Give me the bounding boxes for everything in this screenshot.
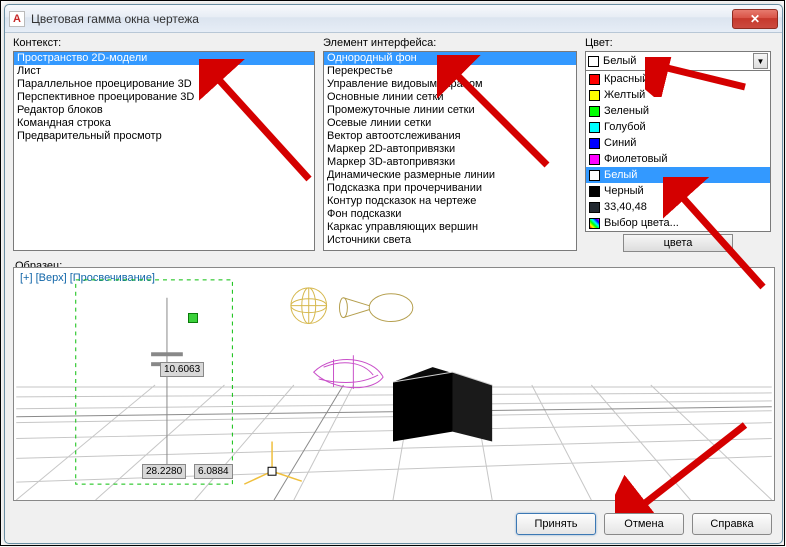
elements-label: Элемент интерфейса:: [323, 37, 577, 49]
element-item[interactable]: Управление видовым экраном: [324, 78, 576, 91]
elements-listbox[interactable]: Однородный фонПерекрестьеУправление видо…: [323, 51, 577, 251]
color-swatch-icon: [589, 202, 600, 213]
context-item[interactable]: Командная строка: [14, 117, 314, 130]
color-option-label: Зеленый: [604, 105, 649, 117]
selected-color-name: Белый: [603, 55, 636, 67]
element-item[interactable]: Подсказка при прочерчивании: [324, 182, 576, 195]
context-item[interactable]: Редактор блоков: [14, 104, 314, 117]
element-item[interactable]: Каркас управляющих вершин: [324, 221, 576, 234]
element-item[interactable]: Маркер 2D-автопривязки: [324, 143, 576, 156]
color-option[interactable]: Красный: [586, 71, 770, 87]
color-option-label: 33,40,48: [604, 201, 647, 213]
chevron-down-icon[interactable]: ▼: [753, 53, 768, 69]
more-colors-button[interactable]: цвета: [623, 234, 733, 252]
element-item[interactable]: Источники света: [324, 234, 576, 247]
preview-canvas: [14, 268, 774, 500]
color-option-label: Белый: [604, 169, 637, 181]
preview-area: [+] [Верх] [Просвечивание]: [13, 267, 775, 501]
color-option[interactable]: Голубой: [586, 119, 770, 135]
help-button[interactable]: Справка: [692, 513, 772, 535]
color-dropdown[interactable]: Белый ▼: [585, 51, 771, 71]
color-option[interactable]: Фиолетовый: [586, 151, 770, 167]
color-swatch-icon: [589, 106, 600, 117]
color-popup[interactable]: Красный Желтый Зеленый Голубой Синий Фиолетов…: [585, 70, 771, 232]
coord-readout-b: 28.2280: [142, 464, 186, 479]
element-item[interactable]: Промежуточные линии сетки: [324, 104, 576, 117]
button-footer: Принять Отмена Справка: [516, 513, 772, 535]
color-option[interactable]: Синий: [586, 135, 770, 151]
color-swatch-icon: [589, 170, 600, 181]
color-option-label: Фиолетовый: [604, 153, 667, 165]
element-item[interactable]: Вектор автоотслеживания: [324, 130, 576, 143]
color-option-label: Черный: [604, 185, 644, 197]
window-title: Цветовая гамма окна чертежа: [31, 12, 732, 26]
accept-button[interactable]: Принять: [516, 513, 596, 535]
color-swatch-icon: [589, 154, 600, 165]
color-option-label: Синий: [604, 137, 636, 149]
close-icon: ✕: [750, 12, 760, 26]
color-swatch-icon: [589, 218, 600, 229]
selected-color-swatch: [588, 56, 599, 67]
color-option[interactable]: Черный: [586, 183, 770, 199]
context-item[interactable]: Параллельное проецирование 3D: [14, 78, 314, 91]
color-option-label: Голубой: [604, 121, 646, 133]
element-item[interactable]: Основные линии сетки: [324, 91, 576, 104]
app-icon: A: [9, 11, 25, 27]
coord-readout-c: 6.0884: [194, 464, 233, 479]
color-option-label: Желтый: [604, 89, 645, 101]
cancel-button[interactable]: Отмена: [604, 513, 684, 535]
coord-readout-a: 10.6063: [160, 362, 204, 377]
element-item[interactable]: Маркер 3D-автопривязки: [324, 156, 576, 169]
context-label: Контекст:: [13, 37, 315, 49]
titlebar[interactable]: A Цветовая гамма окна чертежа ✕: [5, 5, 782, 33]
color-option[interactable]: Зеленый: [586, 103, 770, 119]
color-option-label: Красный: [604, 73, 648, 85]
color-label: Цвет:: [585, 37, 771, 49]
element-item[interactable]: Осевые линии сетки: [324, 117, 576, 130]
element-item[interactable]: Динамические размерные линии: [324, 169, 576, 182]
content-area: Контекст: Пространство 2D-моделиЛистПара…: [5, 33, 782, 256]
context-item[interactable]: Предварительный просмотр: [14, 130, 314, 143]
color-column: Цвет: Белый ▼ Красный Желтый Зеленый Голубо…: [585, 37, 771, 252]
color-swatch-icon: [589, 122, 600, 133]
color-option-label: Выбор цвета...: [604, 217, 679, 229]
element-item[interactable]: Однородный фон: [324, 52, 576, 65]
context-listbox[interactable]: Пространство 2D-моделиЛистПараллельное п…: [13, 51, 315, 251]
element-item[interactable]: Фон подсказки: [324, 208, 576, 221]
context-column: Контекст: Пространство 2D-моделиЛистПара…: [13, 37, 315, 252]
element-item[interactable]: Контур подсказок на чертеже: [324, 195, 576, 208]
color-swatch-icon: [589, 186, 600, 197]
outer-border: A Цветовая гамма окна чертежа ✕ Контекст…: [0, 0, 785, 546]
color-option[interactable]: Белый: [586, 167, 770, 183]
color-option[interactable]: Желтый: [586, 87, 770, 103]
context-item[interactable]: Перспективное проецирование 3D: [14, 91, 314, 104]
context-item[interactable]: Лист: [14, 65, 314, 78]
grip-handle[interactable]: [188, 313, 198, 323]
color-option[interactable]: Выбор цвета...: [586, 215, 770, 231]
color-swatch-icon: [589, 74, 600, 85]
color-option[interactable]: 33,40,48: [586, 199, 770, 215]
color-swatch-icon: [589, 138, 600, 149]
context-item[interactable]: Пространство 2D-модели: [14, 52, 314, 65]
color-swatch-icon: [589, 90, 600, 101]
close-button[interactable]: ✕: [732, 9, 778, 29]
dialog-window: A Цветовая гамма окна чертежа ✕ Контекст…: [4, 4, 783, 544]
element-item[interactable]: Перекрестье: [324, 65, 576, 78]
elements-column: Элемент интерфейса: Однородный фонПерекр…: [323, 37, 577, 252]
